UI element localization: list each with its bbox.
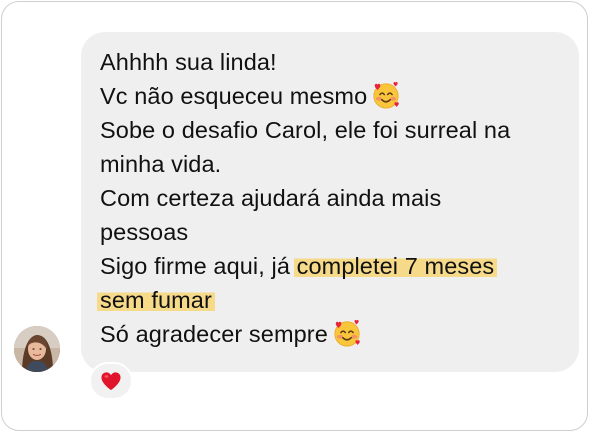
message-line: Só agradecer sempre xyxy=(100,317,561,351)
smiling-face-with-hearts-icon xyxy=(373,82,400,109)
message-text: Sigo firme aqui, já xyxy=(100,253,297,279)
message-line: Vc não esqueceu mesmo xyxy=(100,79,561,113)
message-text: Só agradecer sempre xyxy=(100,321,328,347)
message-bubble[interactable]: Ahhhh sua linda! Vc não esqueceu mesmo S… xyxy=(81,32,579,372)
message-line: sem fumar xyxy=(97,283,561,317)
message-line: pessoas xyxy=(100,219,189,245)
message-card: Ahhhh sua linda! Vc não esqueceu mesmo S… xyxy=(1,1,588,431)
message-line: Com certeza ajudará ainda mais xyxy=(100,185,442,211)
message-line: minha vida. xyxy=(100,151,222,177)
message-text: Vc não esqueceu mesmo xyxy=(100,83,368,109)
heart-reaction[interactable] xyxy=(89,362,133,400)
smiling-face-with-hearts-icon xyxy=(334,320,360,347)
message-line: Ahhhh sua linda! xyxy=(100,49,277,75)
message-line: Sigo firme aqui, já completei 7 meses xyxy=(100,249,561,283)
red-heart-icon xyxy=(101,372,121,391)
avatar-photo xyxy=(14,326,60,372)
user-avatar[interactable] xyxy=(14,326,60,372)
highlighted-text: sem fumar xyxy=(97,287,215,313)
message-line: Sobe o desafio Carol, ele foi surreal na xyxy=(100,117,511,143)
highlighted-text: completei 7 meses xyxy=(293,253,498,279)
